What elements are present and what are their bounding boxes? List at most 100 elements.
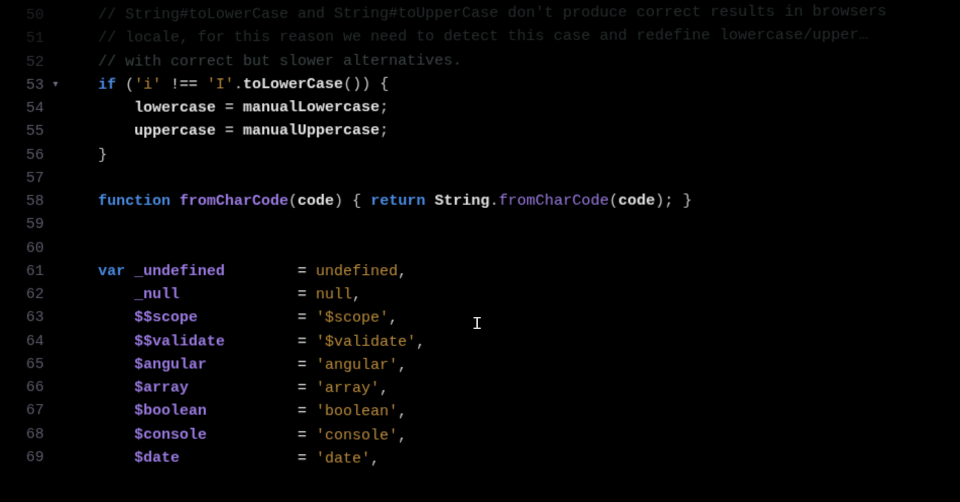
code-line[interactable] [62,213,960,237]
token-punc: , [389,310,398,327]
token-ident: manualLowercase [243,99,380,116]
token-ident: toLowerCase [243,76,343,93]
code-area[interactable]: // String#toLowerCase and String#toUpper… [62,0,960,473]
code-line[interactable] [62,237,960,261]
token-punc: ()) { [343,76,389,93]
code-line[interactable]: _null = null, [62,283,960,308]
line-number: 56 [0,143,44,166]
line-number: 62 [0,283,44,306]
line-number: 57 [0,167,44,190]
token-var: $angular [134,356,206,373]
token-op: = [216,99,243,116]
token-punc: , [352,286,361,303]
token-op: = [298,380,316,397]
line-number: 51 [0,27,44,50]
token-string: 'array' [316,380,380,397]
line-number: 61 [0,260,44,283]
token-punc: , [380,380,389,397]
code-line[interactable]: $$scope = '$scope', [62,306,960,331]
code-editor[interactable]: 50515253▾5455565758596061626364656667686… [0,0,960,473]
token-punc: ; [380,122,389,139]
token-op: = [298,427,316,444]
code-line[interactable]: function fromCharCode(code) { return Str… [62,189,960,213]
token-punc: , [416,333,425,350]
token-keyword: var [98,263,125,280]
line-number: 66 [0,376,44,399]
token-string: 'boolean' [316,403,398,420]
token-punc: ); } [655,192,692,209]
token-comment: // String#toLowerCase and String#toUpper… [98,3,886,24]
line-number: 67 [0,399,44,422]
token-ident: code [298,193,334,210]
code-line[interactable]: // with correct but slower alternatives. [62,47,960,74]
line-number: 65 [0,353,44,376]
code-line[interactable]: $date = 'date', [62,446,960,473]
line-number: 55 [0,120,44,143]
line-number: 59 [0,213,44,236]
token-ident: uppercase [134,123,216,140]
token-punc: , [398,357,407,374]
token-keyword: if [98,76,116,93]
token-string: 'angular' [316,356,398,373]
code-line[interactable]: if ('i' !== 'I'.toLowerCase()) { [62,71,960,97]
code-line[interactable]: $$validate = '$validate', [62,330,960,355]
token-string: '$validate' [316,333,416,350]
token-var: _null [134,286,179,303]
line-number: 54 [0,97,44,120]
token-var: _undefined [134,263,225,280]
line-number: 53▾ [0,74,44,97]
fold-marker-icon[interactable]: ▾ [53,78,58,94]
token-punc: ( [116,76,134,93]
code-line[interactable]: $array = 'array', [62,376,960,402]
token-punc: , [371,450,380,467]
code-line[interactable]: } [62,142,960,167]
code-line[interactable]: $angular = 'angular', [62,353,960,379]
token-var: $$validate [134,333,225,350]
token-var: $boolean [134,403,206,420]
token-comment: // locale, for this reason we need to de… [98,27,868,47]
token-const: null [316,286,352,303]
token-func: fromCharCode [180,193,289,210]
line-number: 58 [0,190,44,213]
code-line[interactable]: lowercase = manualLowercase; [62,94,960,120]
token-op: = [298,310,316,327]
token-op: = [298,333,316,350]
token-op: = [298,356,316,373]
token-var: $array [134,379,188,396]
token-op: = [298,286,316,303]
token-punc [170,193,179,210]
token-punc: , [398,427,407,444]
token-ident: manualUppercase [243,122,380,139]
line-number: 68 [0,423,44,446]
token-op: = [298,403,316,420]
code-line[interactable] [62,165,960,189]
token-punc: , [398,404,407,421]
code-line[interactable]: $console = 'console', [62,423,960,450]
token-ident: lowercase [134,99,216,116]
line-number: 64 [0,330,44,353]
token-var: $date [134,449,179,466]
token-op: = [216,123,243,140]
token-ident: code [618,192,655,209]
token-punc: } [98,146,107,163]
token-string: 'I' [207,76,234,93]
code-line[interactable]: $boolean = 'boolean', [62,399,960,426]
code-line[interactable]: var _undefined = undefined, [62,260,960,284]
code-line[interactable]: // locale, for this reason we need to de… [62,23,960,50]
token-punc: ( [609,193,618,210]
line-number: 60 [0,237,44,260]
token-punc: . [489,193,498,210]
token-punc [425,193,434,210]
token-punc [125,263,134,280]
line-number: 63 [0,306,44,329]
token-method: fromCharCode [499,193,609,210]
token-op: = [298,263,316,280]
token-keyword: return [371,193,426,210]
token-punc: . [234,76,243,93]
token-string: 'date' [316,450,371,467]
token-punc: ; [380,99,389,116]
token-var: $$scope [134,309,197,326]
token-obj: String [435,193,490,210]
line-number: 50 [0,4,44,27]
code-line[interactable]: uppercase = manualUppercase; [62,118,960,143]
